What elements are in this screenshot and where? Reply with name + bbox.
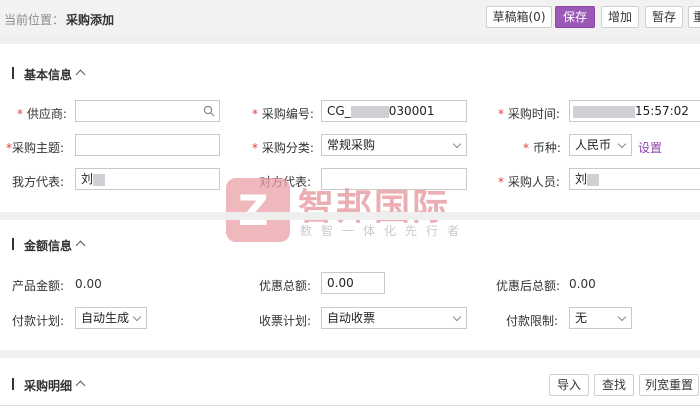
collapse-detail-icon[interactable]: [75, 380, 86, 391]
category-select[interactable]: 常规采购: [321, 134, 467, 156]
table-top-border: [0, 405, 700, 406]
subject-label: *采购主题:: [6, 141, 65, 155]
discount-input[interactable]: 0.00: [321, 272, 385, 294]
section-divider: [0, 350, 700, 358]
payment-plan-label: 付款计划:: [12, 314, 65, 328]
purchase-time-input[interactable]: 15:57:02: [569, 100, 700, 122]
our-rep-value: 刘: [81, 172, 94, 186]
redacted-block: [573, 105, 635, 118]
supplier-label: * 供应商:: [17, 107, 67, 121]
payment-plan-value: 自动生成: [81, 311, 130, 325]
product-amount-label: 产品金额:: [12, 279, 65, 293]
detail-title: 采购明细: [24, 379, 73, 393]
collapse-amount-icon[interactable]: [75, 240, 86, 251]
payment-limit-label: 付款限制:: [506, 314, 559, 328]
chevron-down-icon: [452, 312, 462, 322]
product-amount-value: 0.00: [75, 277, 102, 291]
currency-label: * 币种:: [523, 141, 561, 155]
section-divider: [0, 212, 700, 220]
add-button[interactable]: 增加: [601, 6, 639, 28]
purchase-no-prefix: CG_: [327, 104, 351, 118]
amount-info-title: 金额信息: [24, 239, 73, 253]
payment-limit-select[interactable]: 无: [569, 307, 632, 329]
purchaser-value: 刘: [575, 172, 588, 186]
chevron-down-icon: [132, 312, 142, 322]
search-icon[interactable]: [203, 105, 215, 117]
chevron-down-icon: [617, 139, 627, 149]
basic-info-title: 基本信息: [24, 68, 73, 82]
redacted-block: [587, 173, 600, 186]
purchase-time-value: 15:57:02: [635, 104, 689, 118]
our-rep-label: 我方代表:: [12, 175, 65, 189]
payment-limit-value: 无: [575, 311, 588, 325]
category-value: 常规采购: [327, 138, 376, 152]
our-rep-input[interactable]: 刘: [75, 168, 220, 190]
subject-input[interactable]: [75, 134, 220, 156]
section-marker: [12, 378, 14, 390]
purchase-no-input[interactable]: CG_ 030001: [321, 100, 467, 122]
more-button[interactable]: 重: [688, 6, 700, 28]
discount-label: 优惠总额:: [259, 279, 312, 293]
receipt-plan-select[interactable]: 自动收票: [321, 307, 467, 329]
purchase-no-suffix: 030001: [388, 104, 435, 118]
breadcrumb-current: 采购添加: [66, 13, 115, 27]
purchase-no-label: * 采购编号:: [252, 107, 314, 121]
purchaser-label: * 采购人员:: [498, 175, 560, 189]
receipt-plan-label: 收票计划:: [259, 314, 312, 328]
discount-value: 0.00: [327, 276, 354, 290]
redacted-block: [93, 173, 106, 186]
category-label: * 采购分类:: [252, 141, 314, 155]
after-discount-label: 优惠后总额:: [496, 279, 561, 293]
supplier-input[interactable]: [75, 100, 220, 122]
chevron-down-icon: [617, 312, 627, 322]
collapse-basic-icon[interactable]: [75, 69, 86, 80]
purchaser-input[interactable]: 刘: [569, 168, 700, 190]
currency-setting-link[interactable]: 设置: [638, 139, 662, 156]
currency-select[interactable]: 人民币: [569, 134, 632, 156]
currency-value: 人民币: [575, 138, 612, 152]
watermark-logo-letter: Z: [238, 186, 269, 235]
purchase-time-label: * 采购时间:: [498, 107, 560, 121]
watermark-subtitle: 数智一体化先行者: [300, 224, 469, 238]
payment-plan-select[interactable]: 自动生成: [75, 307, 147, 329]
redacted-block: [350, 105, 389, 118]
section-marker: [12, 238, 14, 250]
reset-column-width-button[interactable]: 列宽重置: [639, 374, 699, 396]
import-button[interactable]: 导入: [549, 374, 589, 396]
chevron-down-icon: [452, 139, 462, 149]
breadcrumb-label: 当前位置：: [4, 13, 65, 27]
search-button[interactable]: 查找: [594, 374, 634, 396]
after-discount-value: 0.00: [569, 277, 596, 291]
draft-box-button[interactable]: 草稿箱(0): [486, 6, 552, 28]
section-divider: [0, 36, 700, 44]
receipt-plan-value: 自动收票: [327, 311, 376, 325]
temp-save-button[interactable]: 暂存: [645, 6, 683, 28]
section-marker: [12, 67, 14, 79]
save-button[interactable]: 保存: [555, 6, 595, 28]
